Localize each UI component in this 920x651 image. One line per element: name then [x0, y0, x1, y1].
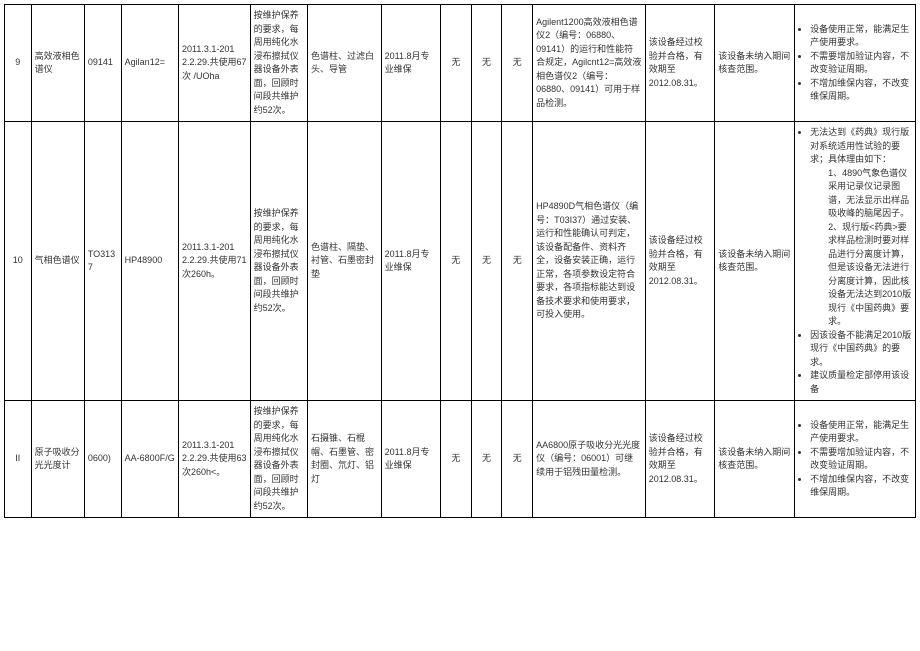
cell-maint: 按维护保养的要求，每周用纯化水浸布擦拭仪器设备外表面，回顾时间段共维护约52次。 [250, 5, 307, 122]
cell-parts: 色谱柱、过滤白头、导管 [307, 5, 381, 122]
cell-parts: 色谱柱、隔垫、衬管、石墨密封垫 [307, 122, 381, 401]
cell-no: II [5, 401, 32, 518]
cell-no: 10 [5, 122, 32, 401]
cell-maint: 按维护保养的要求，每周用纯化水浸布擦拭仪器设备外表面，回顾时间段共维护约52次。 [250, 122, 307, 401]
cell-concl: 设备使用正常，能满足生产使用要求。 不需要增加验证内容，不改变验证周期。 不增加… [795, 5, 916, 122]
cell-name: 原子吸收分光光度计 [31, 401, 84, 518]
concl-intro: 无法达到《药典》现行版对系统适用性试验的要求；具体理由如下： [810, 127, 909, 164]
cell-c8: 无 [440, 401, 471, 518]
cell-model: Agilan12= [121, 5, 178, 122]
table-row: 10 气相色谱仪 TO3137 HP48900 2011.3.1-201 2.2… [5, 122, 916, 401]
cell-parts: 石摄锥、石棍帽、石墨管、密封圈、氘灯、铝灯 [307, 401, 381, 518]
cell-period: 该设备未纳入期间核查范围。 [715, 5, 795, 122]
cell-usage: 2011.3.1-201 2.2.29.共使用67次 /UOha [178, 5, 250, 122]
cell-no: 9 [5, 5, 32, 122]
concl-item: 因该设备不能满足2010版现行《中国药典》的要求。 [810, 329, 912, 370]
cell-concl: 无法达到《药典》现行版对系统适用性试验的要求；具体理由如下： 1、4890气象色… [795, 122, 916, 401]
cell-model: HP48900 [121, 122, 178, 401]
cell-usage: 2011.3.1-201 2.2.29.共使用71次260h。 [178, 122, 250, 401]
cell-svc: 2011.8月专业维保 [381, 5, 440, 122]
concl-item: 设备使用正常，能满足生产使用要求。 [810, 419, 912, 446]
concl-item: 不增加维保内容，不改变维保周期。 [810, 77, 912, 104]
concl-sub: 2、现行版<药典>要求样品检测时要对样品进行分离度计算，但是该设备无法进行分离度… [828, 221, 912, 329]
cell-alt: AA6800原子吸收分光光度仪（编号：06001）可继续用于铝残田量检测。 [533, 401, 646, 518]
concl-item: 设备使用正常，能满足生产使用要求。 [810, 23, 912, 50]
cell-c9: 无 [471, 5, 502, 122]
cell-c8: 无 [440, 122, 471, 401]
concl-item: 不需要增加验证内容，不改变验证周期。 [810, 50, 912, 77]
cell-concl: 设备使用正常，能满足生产使用要求。 不需要增加验证内容，不改变验证周期。 不增加… [795, 401, 916, 518]
cell-period: 该设备未纳入期间核查范围。 [715, 401, 795, 518]
cell-svc: 2011.8月专业维保 [381, 401, 440, 518]
cell-c10: 无 [502, 401, 533, 518]
table-row: II 原子吸收分光光度计 0600) AA-6800F/G 2011.3.1-2… [5, 401, 916, 518]
cell-alt: Agilent1200高效液相色谱仪2（编号：06880、09141）的运行和性… [533, 5, 646, 122]
concl-sub: 1、4890气象色谱仪采用记录仪记录图谱，无法显示出样品吸收峰的脑尾因子。 [828, 167, 912, 221]
table-row: 9 高效液相色谱仪 09141 Agilan12= 2011.3.1-201 2… [5, 5, 916, 122]
equipment-table: 9 高效液相色谱仪 09141 Agilan12= 2011.3.1-201 2… [4, 4, 916, 518]
cell-c10: 无 [502, 122, 533, 401]
cell-alt: HP4890D气相色谱仪（编号：T03I37）通过安装、运行和性能确认可判定，该… [533, 122, 646, 401]
cell-name: 高效液相色谱仪 [31, 5, 84, 122]
cell-name: 气相色谱仪 [31, 122, 84, 401]
cell-usage: 2011.3.1-201 2.2.29.共使用63次260h<。 [178, 401, 250, 518]
cell-cal: 该设备经过校验并合格，有效期至 2012.08.31。 [645, 401, 715, 518]
cell-cal: 该设备经过校验并合格，有效期至2012.08.31。 [645, 5, 715, 122]
cell-code: 09141 [84, 5, 121, 122]
concl-item: 不需要增加验证内容，不改变验证周期。 [810, 446, 912, 473]
cell-model: AA-6800F/G [121, 401, 178, 518]
cell-code: 0600) [84, 401, 121, 518]
cell-c8: 无 [440, 5, 471, 122]
concl-item: 建议质量检定部停用该设备 [810, 369, 912, 396]
cell-code: TO3137 [84, 122, 121, 401]
cell-c9: 无 [471, 122, 502, 401]
cell-c10: 无 [502, 5, 533, 122]
concl-item: 无法达到《药典》现行版对系统适用性试验的要求；具体理由如下： 1、4890气象色… [810, 126, 912, 329]
concl-item: 不增加维保内容，不改变维保周期。 [810, 473, 912, 500]
cell-period: 该设备未纳入期间核查范围。 [715, 122, 795, 401]
cell-maint: 按维护保养的要求，每周用纯化水浸布擦拭仪器设备外表面，回顾时间段共维护约52次。 [250, 401, 307, 518]
cell-svc: 2011.8月专业维保 [381, 122, 440, 401]
cell-c9: 无 [471, 401, 502, 518]
cell-cal: 该设备经过校验并合格，有效期至2012.08.31。 [645, 122, 715, 401]
